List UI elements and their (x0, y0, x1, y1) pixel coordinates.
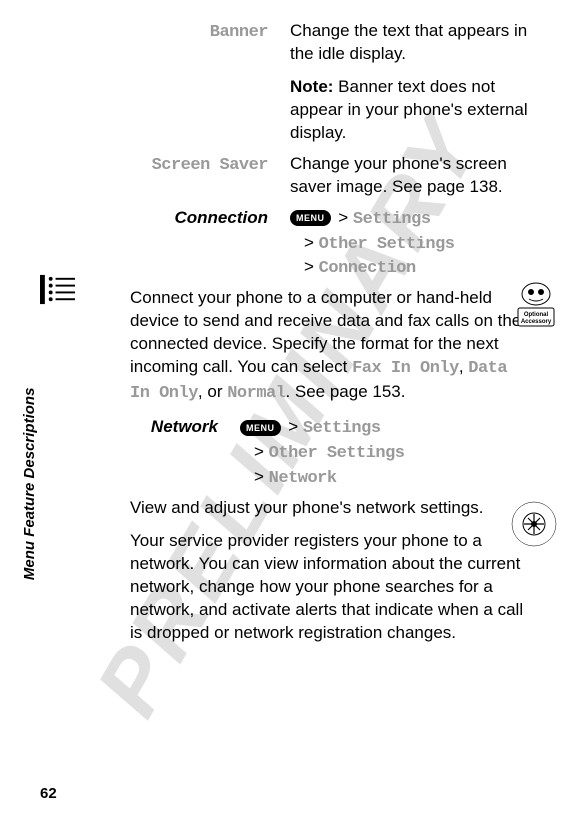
sep2: , or (198, 382, 227, 401)
note-label: Note: (290, 77, 333, 96)
bc-settings: Settings (303, 419, 381, 438)
screensaver-label: Screen Saver (152, 156, 268, 175)
page-content: Menu Feature Descriptions Banner Change … (0, 0, 580, 675)
screensaver-term: Screen Saver (100, 153, 290, 199)
gt: > (254, 442, 264, 461)
banner-desc: Change the text that appears in the idle… (290, 20, 530, 145)
network-term: Network (90, 416, 240, 491)
optional-accessory-icon: Optional Accessory (514, 280, 558, 337)
gt: > (254, 467, 264, 486)
banner-note: Note: Banner text does not appear in you… (290, 76, 530, 145)
gt: > (304, 233, 314, 252)
svg-text:Optional: Optional (524, 312, 549, 318)
connection-body: Connect your phone to a computer or hand… (130, 287, 530, 406)
bc-line-2: > Other Settings (290, 232, 530, 257)
sidebar-list-icon (40, 272, 75, 314)
bc-line-1: MENU > Settings (240, 416, 530, 441)
bc-connection: Connection (319, 259, 416, 278)
banner-term: Banner (100, 20, 290, 145)
svg-text:Accessory: Accessory (521, 319, 552, 325)
network-subscription-icon (510, 500, 558, 555)
conn-body-2: . See page 153. (285, 382, 405, 401)
sep1: , (459, 357, 468, 376)
network-body-2: Your service provider registers your pho… (130, 530, 530, 645)
connection-heading-row: Connection MENU > Settings > Other Setti… (100, 207, 530, 282)
bc-line-2: > Other Settings (240, 441, 530, 466)
connection-term: Connection (100, 207, 290, 282)
network-heading-row: Network MENU > Settings > Other Settings… (90, 416, 530, 491)
bc-line-3: > Connection (290, 256, 530, 281)
banner-row: Banner Change the text that appears in t… (100, 20, 530, 145)
fax-in-only: Fax In Only (352, 359, 459, 378)
banner-label: Banner (210, 23, 268, 42)
network-body: View and adjust your phone's network set… (130, 497, 530, 645)
gt: > (304, 257, 314, 276)
bc-settings: Settings (353, 210, 431, 229)
side-section-label: Menu Feature Descriptions (20, 388, 40, 581)
bc-line-1: MENU > Settings (290, 207, 530, 232)
banner-desc-text: Change the text that appears in the idle… (290, 20, 530, 66)
bc-line-3: > Network (240, 466, 530, 491)
screensaver-row: Screen Saver Change your phone's screen … (100, 153, 530, 199)
bc-network: Network (269, 469, 337, 488)
page-number: 62 (40, 784, 57, 804)
gt: > (338, 208, 348, 227)
menu-badge-icon: MENU (290, 210, 331, 226)
menu-badge-icon: MENU (240, 420, 281, 436)
normal: Normal (227, 384, 285, 403)
bc-other-settings: Other Settings (269, 444, 405, 463)
network-heading: Network (151, 417, 218, 436)
network-body-1: View and adjust your phone's network set… (130, 497, 530, 520)
connection-heading: Connection (175, 208, 269, 227)
bc-other-settings: Other Settings (319, 235, 455, 254)
network-breadcrumb: MENU > Settings > Other Settings > Netwo… (240, 416, 530, 491)
screensaver-desc: Change your phone's screen saver image. … (290, 153, 530, 199)
gt: > (288, 417, 298, 436)
connection-breadcrumb: MENU > Settings > Other Settings > Conne… (290, 207, 530, 282)
